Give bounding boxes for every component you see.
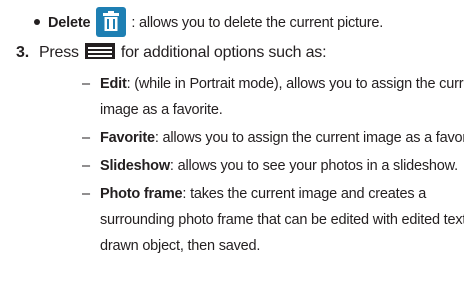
document-page: Delete : allows you to delete the curren… (0, 0, 464, 282)
bullet-text: : allows you to delete the current pictu… (131, 14, 384, 31)
dash: – (82, 130, 90, 146)
step-text-after: for additional options such as: (120, 44, 327, 61)
option-photo-frame-continued-1: surrounding photo frame that can be edit… (100, 212, 464, 228)
option-photo-frame: – Photo frame: takes the current image an… (82, 185, 427, 203)
option-term: Edit (100, 76, 127, 92)
bullet-term: Delete (48, 14, 91, 31)
bullet-item-delete: Delete : allows you to delete the curren… (34, 7, 384, 38)
option-slideshow: – Slideshow: allows you to see your photo… (82, 157, 458, 175)
option-text: : allows you to see your photos in a sli… (169, 158, 458, 174)
step-3: 3. Press for additional options such as: (16, 42, 327, 62)
option-term: Photo frame (100, 186, 183, 202)
option-term: Slideshow (100, 158, 170, 174)
trash-icon (96, 7, 127, 37)
menu-icon (84, 42, 115, 59)
option-favorite: – Favorite: allows you to assign the curr… (82, 129, 464, 147)
step-text-before: Press (38, 44, 79, 61)
option-text: : takes the current image and creates a (182, 186, 427, 202)
step-number: 3. (16, 44, 29, 61)
option-photo-frame-continued-2: drawn object, then saved. (100, 238, 261, 254)
option-text: : (while in Portrait mode), allows you t… (126, 76, 464, 92)
option-term: Favorite (100, 130, 155, 146)
dash: – (82, 158, 90, 174)
bullet-dot (34, 19, 40, 25)
option-edit: – Edit: (while in Portrait mode), allows … (82, 75, 464, 93)
option-edit-continued: image as a favorite. (100, 102, 223, 118)
dash: – (82, 186, 90, 202)
dash: – (82, 76, 90, 92)
option-text: : allows you to assign the current image… (154, 130, 464, 146)
